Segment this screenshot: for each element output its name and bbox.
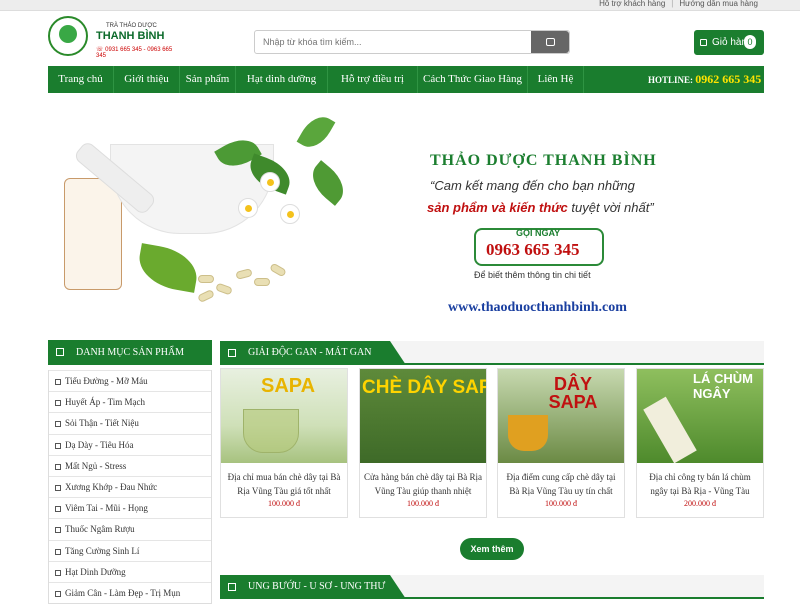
daisy-flower-image xyxy=(260,172,280,192)
banner-quote-line2: sản phẩm và kiến thức tuyệt vời nhất” xyxy=(427,200,654,215)
product-card[interactable]: SAPA Địa chỉ mua bán chè dây tại Bà Rịa … xyxy=(220,368,348,518)
logo-name: THANH BÌNH xyxy=(96,30,165,42)
sidebar-title: DANH MỤC SẢN PHẨM xyxy=(76,347,185,358)
banner-title: THẢO DƯỢC THANH BÌNH xyxy=(430,152,657,169)
tea-cup-image xyxy=(243,409,299,453)
category-item[interactable]: Tiểu Đường - Mỡ Máu xyxy=(49,370,211,391)
category-item[interactable]: Tăng Cường Sinh Lí xyxy=(49,539,211,561)
category-sidebar: DANH MỤC SẢN PHẨM Tiểu Đường - Mỡ Máu Hu… xyxy=(48,340,212,610)
product-card[interactable]: DÂY SAPA Địa điểm cung cấp chè dây tại B… xyxy=(497,368,625,518)
product-price: 200.000 đ xyxy=(684,499,716,508)
herb-leaf-image xyxy=(296,110,336,154)
section-title-text: UNG BƯỚU - U SƠ - UNG THƯ xyxy=(248,581,386,592)
category-item[interactable]: Thuốc Ngâm Rượu xyxy=(49,518,211,539)
nav-item-about[interactable]: Giới thiệu xyxy=(114,66,180,93)
product-image-text: SAPA xyxy=(261,375,316,397)
category-list: Tiểu Đường - Mỡ Máu Huyết Áp - Tim Mạch … xyxy=(48,370,212,605)
search-button[interactable] xyxy=(531,31,569,53)
daisy-flower-image xyxy=(238,198,258,218)
ginkgo-leaf-image xyxy=(134,243,202,293)
product-card[interactable]: CHÈ DÂY SAPA Cửa hàng bán chè dây tại Bà… xyxy=(359,368,487,518)
product-image-text: CHÈ DÂY SAPA xyxy=(362,377,486,398)
section-title[interactable]: GIẢI ĐỘC GAN - MÁT GAN xyxy=(220,341,406,365)
banner-info: Để biết thêm thông tin chi tiết xyxy=(474,270,591,280)
cart-button[interactable]: Giỏ hàng 0 xyxy=(694,30,764,55)
menu-icon xyxy=(228,583,236,591)
hotline-label: HOTLINE: xyxy=(648,75,694,85)
product-price: 100.000 đ xyxy=(545,499,577,508)
product-image-text: DÂY SAPA xyxy=(548,374,598,412)
cart-icon xyxy=(700,39,707,46)
section-title[interactable]: UNG BƯỚU - U SƠ - UNG THƯ xyxy=(220,575,406,599)
nav-item-home[interactable]: Trang chủ xyxy=(48,66,114,93)
site-logo[interactable]: TRÀ THẢO DƯỢC THANH BÌNH ☏ 0931 665 345 … xyxy=(48,16,178,60)
menu-icon xyxy=(56,348,64,356)
product-image-text: LÁ CHÙM NGÂY xyxy=(693,371,753,401)
product-name[interactable]: Địa chỉ mua bán chè dây tại Bà Rịa Vũng … xyxy=(224,470,344,498)
see-more-button[interactable]: Xem thêm xyxy=(460,538,524,560)
call-number: 0963 665 345 xyxy=(486,240,580,259)
menu-icon xyxy=(228,349,236,357)
banner-call-box[interactable]: GỌI NGAY 0963 665 345 xyxy=(474,228,604,266)
logo-tagline: TRÀ THẢO DƯỢC xyxy=(106,23,157,29)
capsule-jar-image xyxy=(64,178,122,290)
capsule-image xyxy=(215,282,233,296)
product-name[interactable]: Địa chỉ công ty bán lá chùm ngây tại Bà … xyxy=(640,470,760,498)
banner-quote-line1: “Cam kết mang đến cho bạn những xyxy=(430,178,635,193)
hotline: HOTLINE: 0962 665 345 xyxy=(648,66,761,93)
section-header-cancer: UNG BƯỚU - U SƠ - UNG THƯ xyxy=(220,575,764,599)
product-price: 100.000 đ xyxy=(268,499,300,508)
category-item[interactable]: Viêm Tai - Mũi - Họng xyxy=(49,497,211,518)
nav-item-delivery[interactable]: Cách Thức Giao Hàng xyxy=(418,66,528,93)
capsule-image xyxy=(198,275,214,283)
category-item[interactable]: Huyết Áp - Tim Mạch xyxy=(49,391,211,412)
search-box xyxy=(254,30,570,54)
shopping-guide-link[interactable]: Hướng dẫn mua hàng xyxy=(673,0,764,8)
category-item[interactable]: Mất Ngủ - Stress xyxy=(49,454,211,476)
section-header-liver: GIẢI ĐỘC GAN - MÁT GAN xyxy=(220,341,764,365)
product-image: CHÈ DÂY SAPA xyxy=(360,369,486,463)
product-card[interactable]: LÁ CHÙM NGÂY Địa chỉ công ty bán lá chùm… xyxy=(636,368,764,518)
tea-cup-image xyxy=(508,415,548,451)
category-item[interactable]: Hạt Dinh Dưỡng xyxy=(49,560,211,582)
herb-leaf-image xyxy=(304,160,352,206)
daisy-flower-image xyxy=(280,204,300,224)
hotline-number: 0962 665 345 xyxy=(695,72,762,86)
nav-item-treatment[interactable]: Hỗ trợ điều trị xyxy=(328,66,418,93)
category-item[interactable]: Xương Khớp - Đau Nhức xyxy=(49,475,211,497)
product-image: LÁ CHÙM NGÂY xyxy=(637,369,763,463)
cart-count-badge: 0 xyxy=(744,35,756,49)
logo-phone: ☏ 0931 665 345 - 0963 665 345 xyxy=(96,47,173,59)
hero-banner[interactable] xyxy=(48,100,764,322)
product-name[interactable]: Cửa hàng bán chè dây tại Bà Rịa Vũng Tàu… xyxy=(363,470,483,498)
nav-item-products[interactable]: Sản phẩm xyxy=(180,66,236,93)
capsule-image xyxy=(235,268,253,280)
top-bar: Hỗ trợ khách hàng | Hướng dẫn mua hàng xyxy=(0,0,800,11)
product-image: SAPA xyxy=(221,369,347,463)
capsule-image xyxy=(254,278,270,286)
category-item[interactable]: Dạ Dày - Tiêu Hóa xyxy=(49,433,211,455)
category-item[interactable]: Sỏi Thận - Tiết Niệu xyxy=(49,412,211,433)
call-now-label: GỌI NGAY xyxy=(516,228,561,238)
sidebar-header: DANH MỤC SẢN PHẨM xyxy=(48,340,212,365)
nav-item-contact[interactable]: Liên Hệ xyxy=(528,66,584,93)
product-price: 100.000 đ xyxy=(407,499,439,508)
product-image: DÂY SAPA xyxy=(498,369,624,463)
search-input[interactable] xyxy=(255,31,533,53)
main-nav: Trang chủ Giới thiệu Sản phẩm Hạt dinh d… xyxy=(48,66,764,93)
support-link[interactable]: Hỗ trợ khách hàng xyxy=(593,0,671,8)
nav-item-nutrition[interactable]: Hạt dinh dưỡng xyxy=(236,66,328,93)
section-title-text: GIẢI ĐỘC GAN - MÁT GAN xyxy=(248,347,372,358)
banner-highlight: sản phẩm và kiến thức xyxy=(427,200,568,215)
product-name[interactable]: Địa điểm cung cấp chè dây tại Bà Rịa Vũn… xyxy=(501,470,621,498)
banner-url: www.thaoduocthanhbinh.com xyxy=(448,300,627,315)
top-links: Hỗ trợ khách hàng | Hướng dẫn mua hàng xyxy=(593,0,764,8)
paper-bag-image xyxy=(643,396,697,463)
capsule-image xyxy=(197,288,215,304)
capsule-image xyxy=(269,262,287,278)
banner-quote-end: tuyệt vời nhất” xyxy=(567,200,654,215)
logo-emblem-icon xyxy=(48,16,88,56)
